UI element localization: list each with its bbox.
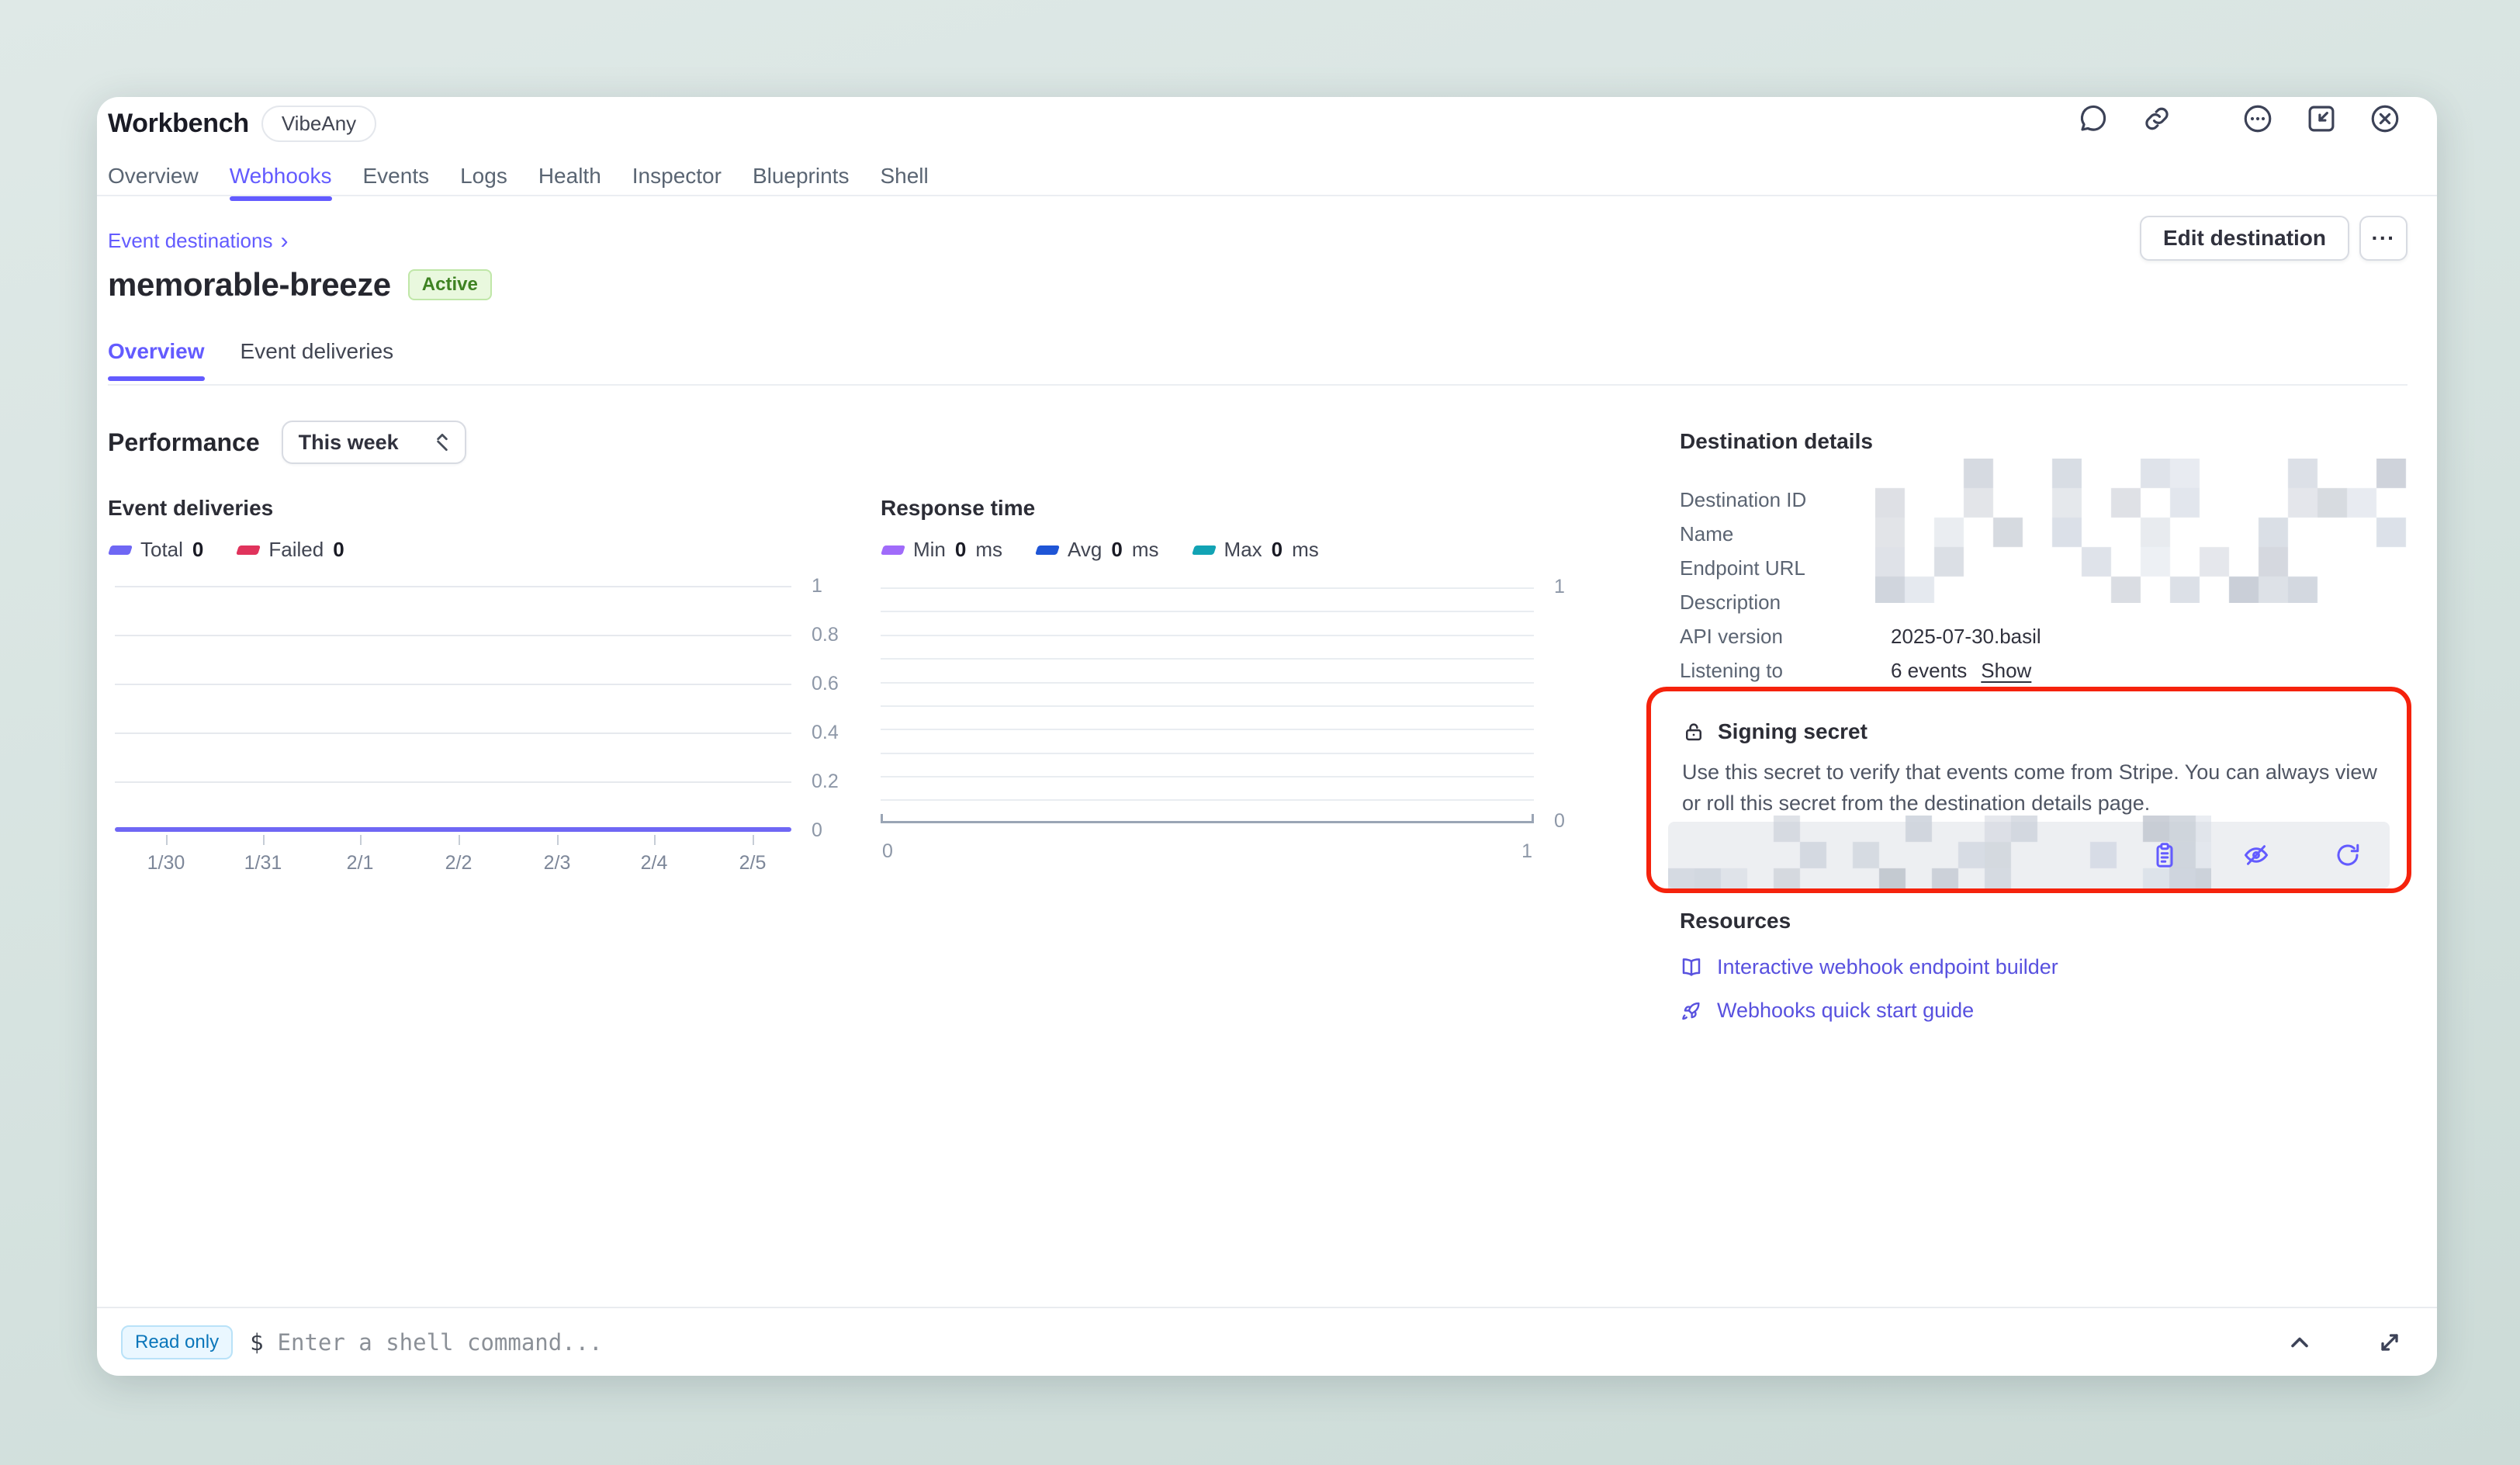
signing-secret-heading: Signing secret <box>1718 719 1868 744</box>
workbench-window: Workbench VibeAny Overview Webhooks Even… <box>97 97 2437 1376</box>
expand-shell-icon[interactable] <box>2372 1325 2408 1360</box>
legend-swatch-avg <box>1035 545 1060 555</box>
tab-inspector[interactable]: Inspector <box>632 164 722 199</box>
destination-details-heading: Destination details <box>1680 429 1873 454</box>
legend-min: Min0ms <box>882 538 1002 562</box>
rocket-icon <box>1680 999 1703 1023</box>
select-chevrons-icon <box>432 431 452 454</box>
breadcrumb-label[interactable]: Event destinations <box>108 229 272 253</box>
page-title: memorable-breeze <box>108 266 391 303</box>
workbench-nav: Overview Webhooks Events Logs Health Ins… <box>97 164 2437 196</box>
legend-swatch-max <box>1192 545 1217 555</box>
destination-tabs: Overview Event deliveries <box>108 330 2408 386</box>
performance-heading: Performance <box>108 428 260 457</box>
roll-icon[interactable] <box>2332 840 2363 871</box>
tab-logs[interactable]: Logs <box>460 164 507 199</box>
legend-max: Max0ms <box>1193 538 1319 562</box>
more-icon[interactable] <box>2240 101 2276 137</box>
event-deliveries-plot: 1 0.8 0.6 0.4 0.2 0 1/30 1/31 2/1 2/2 2/… <box>115 586 791 830</box>
shell-bar: Read only $ Enter a shell command... <box>97 1307 2437 1376</box>
close-icon[interactable] <box>2367 101 2403 137</box>
date-range-select[interactable]: This week <box>282 421 466 464</box>
tab-webhooks[interactable]: Webhooks <box>230 164 332 199</box>
show-events-link[interactable]: Show <box>1981 659 2031 683</box>
app-title: Workbench <box>108 109 249 139</box>
tab-events[interactable]: Events <box>363 164 430 199</box>
edit-destination-button[interactable]: Edit destination <box>2140 216 2349 261</box>
tab-shell[interactable]: Shell <box>880 164 928 199</box>
x-axis-line <box>881 821 1534 823</box>
shell-placeholder: Enter a shell command... <box>278 1329 603 1356</box>
chevron-right-icon: › <box>280 231 288 251</box>
tab-overview[interactable]: Overview <box>108 164 199 199</box>
signing-secret-annotation-box: Signing secret Use this secret to verify… <box>1646 687 2411 893</box>
signing-secret-description: Use this secret to verify that events co… <box>1682 757 2390 819</box>
legend-swatch-min <box>881 545 905 555</box>
resources-heading: Resources <box>1680 909 1791 933</box>
chart-legend-response-time: Min0ms Avg0ms Max0ms <box>882 538 1319 562</box>
reveal-icon[interactable] <box>2241 840 2272 871</box>
redacted-destination-values <box>1875 459 2418 603</box>
tab-destination-overview[interactable]: Overview <box>108 339 205 379</box>
breadcrumb[interactable]: Event destinations › <box>108 229 288 253</box>
legend-total: Total0 <box>109 538 203 562</box>
chart-title-response-time: Response time <box>881 496 1035 521</box>
legend-swatch-failed <box>236 545 261 555</box>
collapse-shell-icon[interactable] <box>2282 1325 2318 1360</box>
api-version-value: 2025-07-30.basil <box>1891 625 2041 649</box>
book-icon <box>1680 956 1703 979</box>
webhooks-quick-start-link[interactable]: Webhooks quick start guide <box>1680 999 1974 1023</box>
readonly-badge: Read only <box>121 1325 233 1359</box>
more-actions-button[interactable]: ··· <box>2359 216 2408 261</box>
redacted-signing-secret <box>1668 816 2211 888</box>
environment-badge: VibeAny <box>261 106 376 142</box>
tab-blueprints[interactable]: Blueprints <box>753 164 850 199</box>
signing-secret-value-bar <box>1668 822 2390 888</box>
link-icon[interactable] <box>2139 101 2175 137</box>
minimize-icon[interactable] <box>2304 101 2339 137</box>
legend-failed: Failed0 <box>237 538 344 562</box>
legend-swatch-total <box>108 545 133 555</box>
legend-avg: Avg0ms <box>1037 538 1158 562</box>
response-time-plot: 1 0 0 1 <box>881 587 1534 823</box>
webhook-endpoint-builder-link[interactable]: Interactive webhook endpoint builder <box>1680 955 2058 979</box>
listening-to-value: 6 events <box>1891 659 1967 683</box>
shell-command-input[interactable]: $ Enter a shell command... <box>250 1329 2282 1356</box>
tab-health[interactable]: Health <box>538 164 601 199</box>
status-badge: Active <box>408 269 492 300</box>
date-range-value: This week <box>299 431 399 455</box>
shell-prompt: $ <box>250 1329 263 1356</box>
chat-icon[interactable] <box>2075 101 2111 137</box>
chart-legend-event-deliveries: Total0 Failed0 <box>109 538 344 562</box>
lock-icon <box>1682 720 1705 743</box>
copy-icon[interactable] <box>2149 840 2180 871</box>
tab-event-deliveries[interactable]: Event deliveries <box>241 339 394 379</box>
chart-title-event-deliveries: Event deliveries <box>108 496 273 521</box>
total-series-line <box>115 827 791 832</box>
